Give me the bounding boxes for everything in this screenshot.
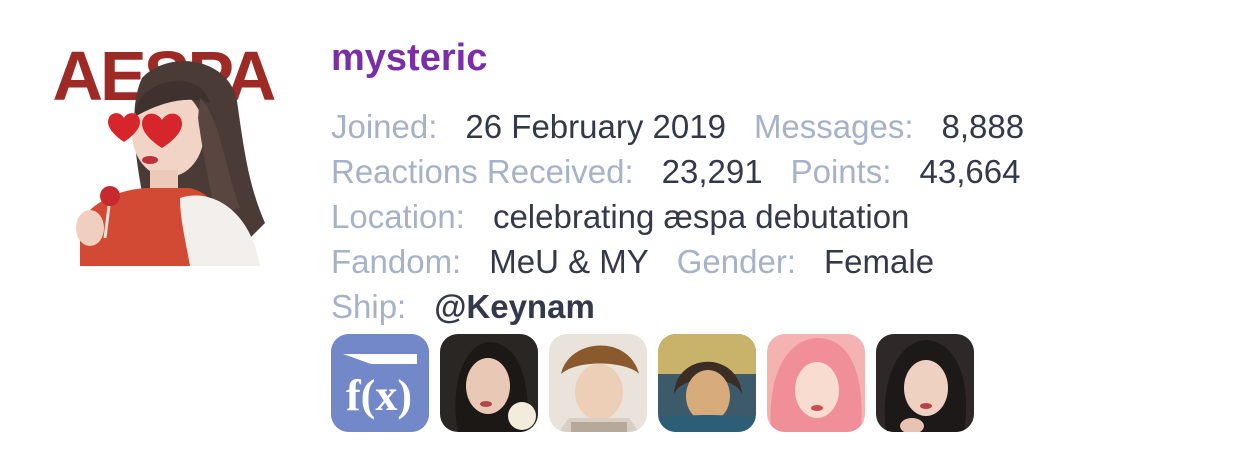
username-link[interactable]: mysteric xyxy=(331,32,1222,84)
ship-avatar-member-5[interactable] xyxy=(876,334,974,432)
member-5-photo xyxy=(876,334,974,432)
profile-avatar[interactable]: AESPA xyxy=(50,38,276,266)
ship-user-link[interactable]: @Keynam xyxy=(434,288,595,325)
fx-logo-icon: f(x) xyxy=(331,334,429,432)
profile-row-joined: Joined: 26 February 2019 Messages: 8,888 xyxy=(331,104,1222,149)
profile-info: mysteric Joined: 26 February 2019 Messages… xyxy=(331,32,1222,329)
fandom-value: MeU & MY xyxy=(489,243,649,280)
ship-avatar-member-4[interactable] xyxy=(767,334,865,432)
joined-label: Joined: xyxy=(331,108,438,145)
fandom-label: Fandom: xyxy=(331,243,462,280)
location-label: Location: xyxy=(331,198,465,235)
profile-row-fandom: Fandom: MeU & MY Gender: Female xyxy=(331,239,1222,284)
messages-label: Messages: xyxy=(753,108,914,145)
gender-value: Female xyxy=(824,243,935,280)
reactions-value: 23,291 xyxy=(661,153,763,190)
points-value[interactable]: 43,664 xyxy=(919,153,1020,190)
member-4-photo xyxy=(767,334,865,432)
ship-avatar-member-1[interactable] xyxy=(440,334,538,432)
profile-row-location: Location: celebrating æspa debutation xyxy=(331,194,1222,239)
ship-avatar-member-2[interactable] xyxy=(549,334,647,432)
profile-card: AESPA my xyxy=(0,0,1242,476)
member-2-photo xyxy=(549,334,647,432)
gender-label: Gender: xyxy=(676,243,797,280)
joined-value: 26 February 2019 xyxy=(465,108,726,145)
avatar-figure-image xyxy=(76,61,265,266)
points-label: Points: xyxy=(790,153,892,190)
ship-avatar-fx-logo[interactable]: f(x) xyxy=(331,334,429,432)
profile-row-ship: Ship: @Keynam xyxy=(331,284,1222,329)
profile-row-reactions: Reactions Received: 23,291 Points: 43,664 xyxy=(331,149,1222,194)
messages-value[interactable]: 8,888 xyxy=(942,108,1025,145)
member-3-photo xyxy=(658,334,756,432)
ship-label: Ship: xyxy=(331,288,407,325)
reactions-label: Reactions Received: xyxy=(331,153,634,190)
member-1-photo xyxy=(440,334,538,432)
svg-text:f(x): f(x) xyxy=(346,371,412,420)
location-value: celebrating æspa debutation xyxy=(492,198,910,235)
ship-avatar-member-3[interactable] xyxy=(658,334,756,432)
ship-avatars: f(x) xyxy=(331,334,985,432)
